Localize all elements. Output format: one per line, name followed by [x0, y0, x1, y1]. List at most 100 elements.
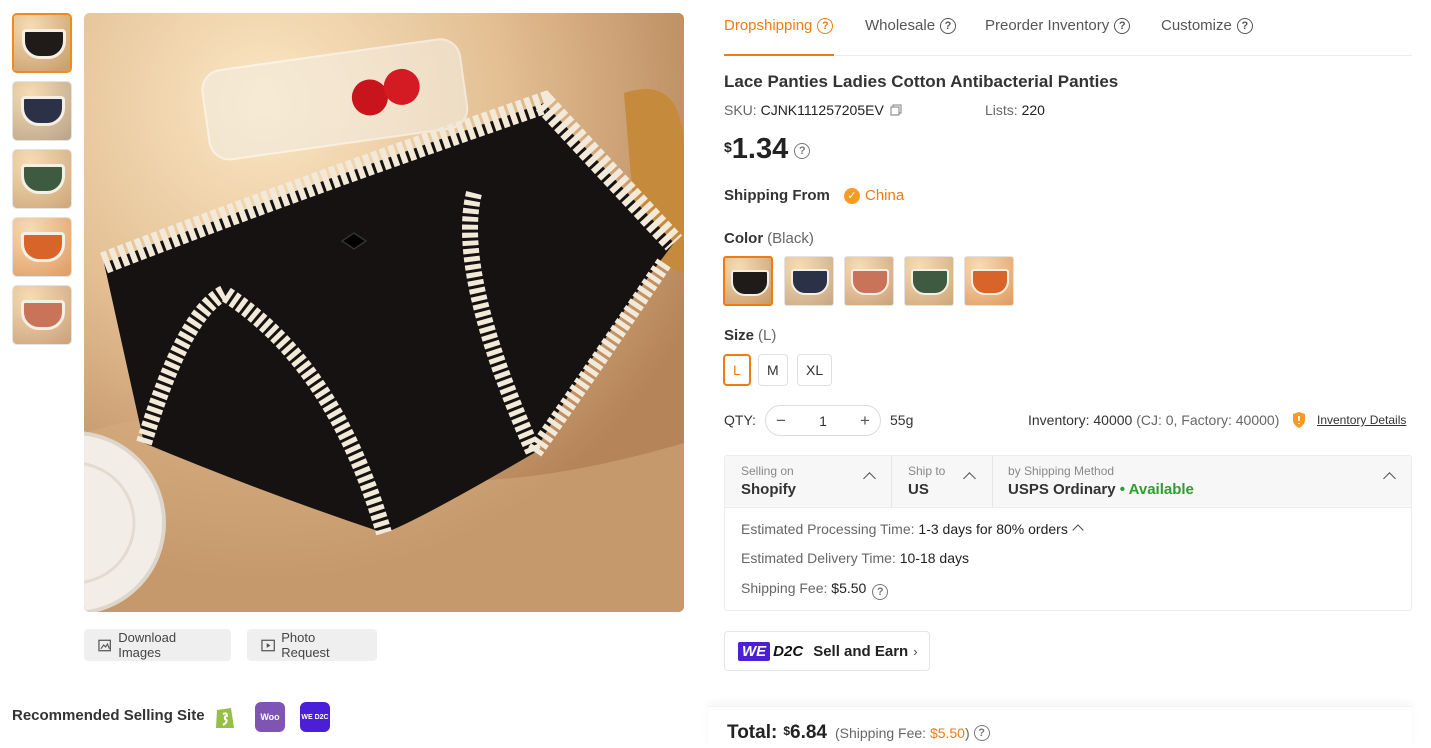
sell-and-earn-button[interactable]: WE D2C Sell and Earn ›	[724, 631, 930, 671]
shipping-panel-header: Selling on Shopify Ship to US by Shippin…	[725, 456, 1411, 508]
main-product-image[interactable]	[84, 13, 684, 612]
help-icon[interactable]: ?	[940, 17, 957, 34]
color-swatch-navy[interactable]	[784, 256, 834, 306]
decrement-button[interactable]: −	[776, 411, 786, 431]
selling-on-selector[interactable]: Selling on Shopify	[725, 456, 891, 508]
shipping-from-value: China	[865, 187, 905, 204]
active-tab-indicator	[724, 54, 834, 56]
tab-preorder-inventory[interactable]: Preorder Inventory ?	[985, 17, 1131, 34]
color-swatch-black[interactable]	[723, 256, 773, 306]
lists-count: Lists: 220	[985, 102, 1045, 118]
product-price: $ 1.34 ?	[724, 133, 811, 166]
size-selected: (L)	[758, 327, 777, 344]
swatch-product-shape	[911, 269, 949, 295]
shipping-method-label: by Shipping Method	[1008, 464, 1115, 478]
thumbnail-image[interactable]	[12, 13, 72, 73]
tab-customize[interactable]: Customize ?	[1161, 17, 1253, 34]
total-label: Total:	[727, 722, 778, 743]
increment-button[interactable]: +	[860, 411, 870, 431]
thumbnail-list	[12, 13, 72, 353]
shipping-fee-value: $5.50	[831, 580, 867, 596]
price-currency: $	[724, 139, 732, 155]
shopify-icon[interactable]	[210, 702, 240, 732]
download-images-label: Download Images	[118, 630, 177, 660]
we-d2c-site-label: WE D2C	[301, 713, 329, 721]
woocommerce-label: Woo	[260, 712, 280, 722]
thumbnail-image[interactable]	[12, 81, 72, 141]
delivery-time: Estimated Delivery Time: 10-18 days	[741, 550, 969, 566]
shield-icon	[1293, 412, 1305, 428]
total-shipping-suffix: )	[964, 725, 970, 741]
photo-request-label: Photo Request	[281, 630, 330, 660]
total-currency: $	[783, 724, 790, 738]
sku-label: SKU:	[724, 102, 757, 118]
d2c-logo: D2C	[773, 642, 804, 660]
tab-dropshipping[interactable]: Dropshipping ?	[724, 17, 834, 34]
swatch-product-shape	[971, 269, 1009, 295]
photo-request-button[interactable]: Photo Request	[247, 629, 377, 661]
thumbnail-product-shape	[21, 300, 65, 330]
inventory-details-link[interactable]: Inventory Details	[1317, 413, 1406, 427]
chevron-right-icon: ›	[913, 643, 918, 659]
inventory-breakdown: (CJ: 0, Factory: 40000)	[1136, 412, 1280, 428]
woocommerce-icon[interactable]: Woo	[255, 702, 285, 732]
sell-and-earn-label: Sell and Earn	[813, 642, 909, 660]
shipping-method-selector[interactable]: by Shipping Method USPS Ordinary • Avail…	[992, 456, 1411, 508]
thumbnail-product-shape	[21, 232, 65, 262]
download-images-button[interactable]: Download Images	[84, 629, 231, 661]
help-icon[interactable]: ?	[817, 17, 834, 34]
color-label-text: Color	[724, 230, 764, 247]
swatch-product-shape	[731, 270, 769, 296]
recommended-selling-site-label: Recommended Selling Site	[12, 707, 205, 724]
price-amount: 1.34	[731, 133, 789, 165]
color-swatch-green[interactable]	[904, 256, 954, 306]
we-logo: WE	[738, 641, 771, 661]
product-weight: 55g	[890, 412, 914, 428]
image-download-icon	[98, 639, 111, 651]
size-option-xl[interactable]: XL	[797, 354, 833, 386]
total-amount: 6.84	[790, 722, 827, 743]
thumbnail-image[interactable]	[12, 285, 72, 345]
size-option-l[interactable]: L	[723, 354, 751, 386]
tab-dropshipping-label: Dropshipping	[724, 17, 813, 34]
thumbnail-product-shape	[21, 96, 65, 126]
product-illustration	[84, 13, 684, 612]
quantity-value[interactable]: 1	[819, 413, 827, 429]
color-selected: (Black)	[767, 230, 814, 247]
size-label-text: Size	[724, 327, 755, 344]
product-title: Lace Panties Ladies Cotton Antibacterial…	[724, 72, 1119, 91]
tab-wholesale[interactable]: Wholesale ?	[865, 17, 957, 34]
shipping-panel: Selling on Shopify Ship to US by Shippin…	[724, 455, 1412, 611]
processing-label: Estimated Processing Time:	[741, 521, 915, 537]
qty-label: QTY:	[724, 412, 756, 428]
help-icon[interactable]: ?	[973, 725, 990, 741]
we-d2c-icon[interactable]: WE D2C	[300, 702, 330, 732]
thumbnail-product-shape	[22, 29, 66, 59]
help-icon[interactable]: ?	[872, 584, 889, 600]
inventory-count: Inventory: 40000	[1028, 412, 1133, 428]
processing-time: Estimated Processing Time: 1-3 days for …	[741, 521, 1084, 537]
thumbnail-product-shape	[21, 164, 65, 194]
thumbnail-image[interactable]	[12, 149, 72, 209]
shipping-from-option[interactable]: ✓ China	[844, 187, 904, 204]
thumbnail-image[interactable]	[12, 217, 72, 277]
video-icon	[261, 639, 275, 651]
color-swatch-orange[interactable]	[964, 256, 1014, 306]
tab-wholesale-label: Wholesale	[865, 17, 936, 34]
color-label: Color (Black)	[724, 230, 814, 247]
help-icon[interactable]: ?	[1236, 17, 1253, 34]
delivery-label: Estimated Delivery Time:	[741, 550, 896, 566]
delivery-value: 10-18 days	[899, 550, 969, 566]
chevron-up-icon[interactable]	[1072, 524, 1084, 536]
color-swatch-coral[interactable]	[844, 256, 894, 306]
help-icon[interactable]: ?	[1114, 17, 1131, 34]
shipping-from-label: Shipping From	[724, 187, 830, 204]
availability-status: • Available	[1119, 481, 1194, 498]
help-icon[interactable]: ?	[794, 143, 811, 159]
swatch-product-shape	[851, 269, 889, 295]
copy-icon[interactable]	[890, 104, 902, 116]
shipping-fee-label: Shipping Fee:	[741, 580, 828, 596]
size-option-m[interactable]: M	[758, 354, 788, 386]
ship-to-selector[interactable]: Ship to US	[892, 456, 992, 508]
total-shipping-fee: (Shipping Fee: $5.50)	[835, 725, 970, 741]
